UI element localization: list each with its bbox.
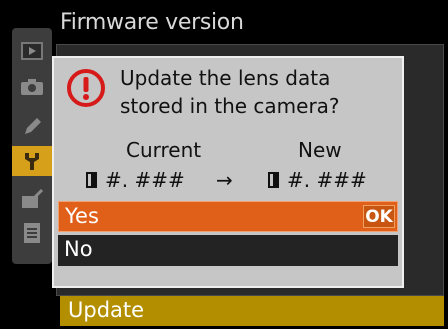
wrench-icon[interactable]: [12, 146, 52, 176]
no-option[interactable]: No: [58, 235, 398, 266]
ok-button-icon: OK: [363, 205, 395, 228]
pencil-icon[interactable]: [12, 112, 52, 142]
current-label: Current: [126, 138, 202, 162]
dialog-message: Update the lens data stored in the camer…: [120, 64, 340, 120]
dialog-message-line1: Update the lens data: [120, 66, 331, 90]
yes-option[interactable]: Yes OK: [58, 201, 398, 232]
no-option-label: No: [64, 237, 93, 261]
playback-icon[interactable]: [12, 36, 52, 66]
lens-icon: [268, 172, 279, 188]
menu-item-label: Update: [68, 298, 145, 322]
menu-icon[interactable]: [12, 218, 52, 248]
menu-sidebar: [12, 28, 52, 264]
page-title: Firmware version: [60, 10, 244, 35]
dialog-message-line2: stored in the camera?: [120, 94, 340, 118]
retouch-icon[interactable]: [12, 184, 52, 214]
menu-item-update[interactable]: Update: [60, 296, 444, 326]
new-version: #. ###: [268, 168, 367, 192]
yes-option-label: Yes: [65, 204, 99, 228]
camera-screen: Firmware version Update Update the lens …: [0, 0, 448, 329]
current-version-value: #. ###: [105, 168, 185, 192]
lens-icon: [86, 172, 97, 188]
arrow-icon: →: [216, 168, 233, 192]
new-label: New: [298, 138, 342, 162]
confirm-dialog: Update the lens data stored in the camer…: [52, 56, 404, 288]
camera-icon[interactable]: [12, 72, 52, 102]
new-version-value: #. ###: [287, 168, 367, 192]
current-version: #. ###: [86, 168, 185, 192]
warning-icon: [67, 69, 105, 107]
